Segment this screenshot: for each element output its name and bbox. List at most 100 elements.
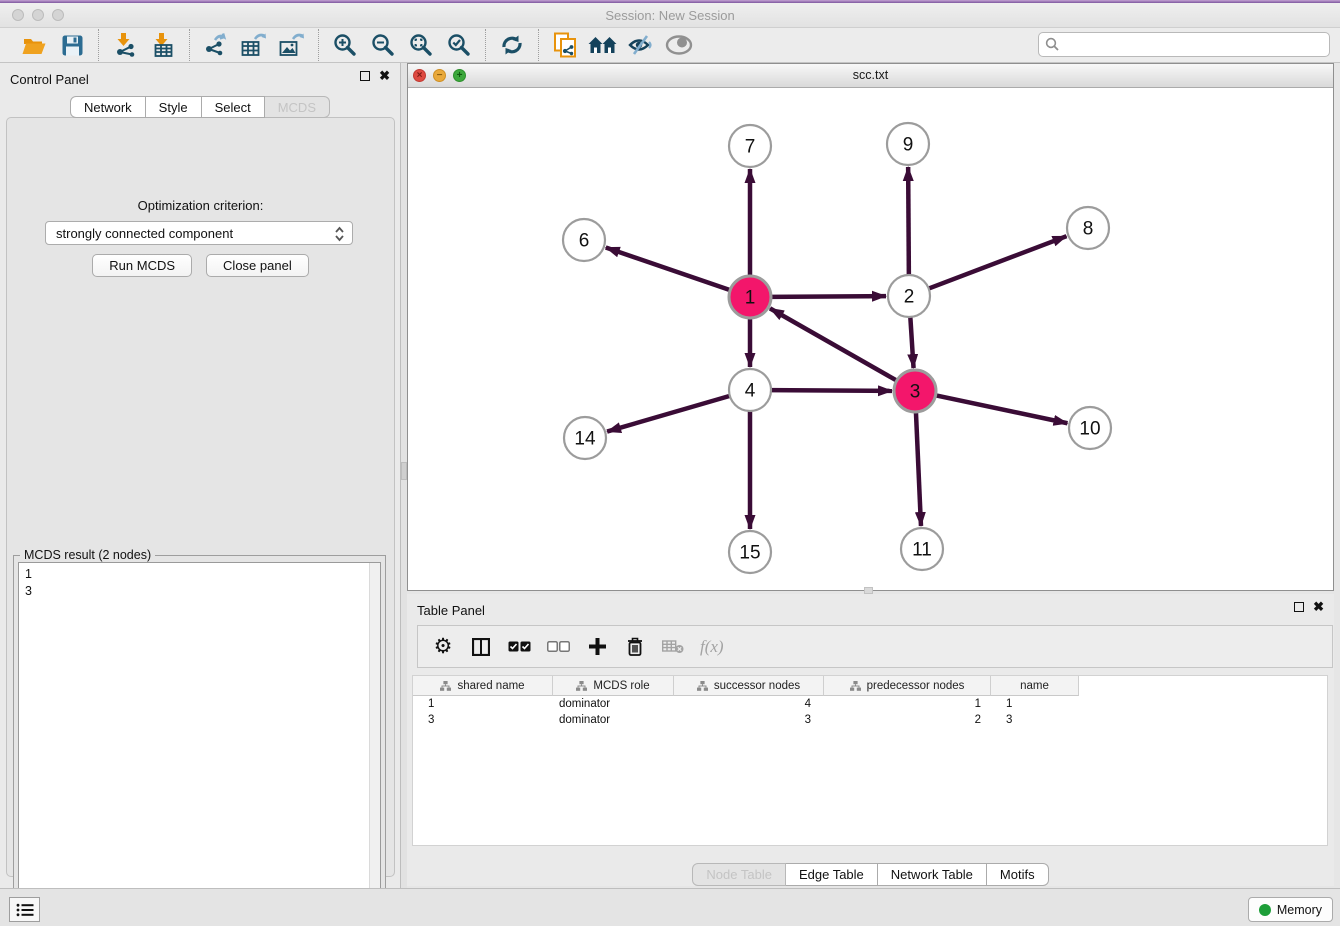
save-session-button[interactable] [56,30,88,60]
plus-icon [589,638,606,655]
table-row[interactable]: 3dominator323 [413,712,1327,728]
table-cell[interactable]: 1 [413,696,553,712]
column-header-predecessor-nodes[interactable]: predecessor nodes [824,676,991,696]
zoom-selected-button[interactable] [443,30,475,60]
network-resize-handle[interactable] [864,587,873,594]
graph-node-6[interactable]: 6 [563,219,605,261]
graph-edge-1-2[interactable] [771,296,886,297]
graph-node-3[interactable]: 3 [894,370,936,412]
import-table-button[interactable] [147,30,179,60]
graph-edge-4-14[interactable] [607,396,730,432]
tab-network-table[interactable]: Network Table [878,863,987,886]
first-neighbors-button[interactable] [587,30,619,60]
criterion-dropdown[interactable]: strongly connected component [45,221,353,245]
trash-icon [627,637,643,656]
tab-mcds[interactable]: MCDS [265,96,330,118]
graph-node-10[interactable]: 10 [1069,407,1111,449]
chevron-up-down-icon [334,225,345,243]
graph-node-2[interactable]: 2 [888,275,930,317]
status-bar: Memory [0,888,1340,926]
export-image-button[interactable] [276,30,308,60]
graph-node-4[interactable]: 4 [729,369,771,411]
run-mcds-button[interactable]: Run MCDS [92,254,192,277]
zoom-out-button[interactable] [367,30,399,60]
table-cell[interactable]: dominator [553,696,674,712]
float-table-panel-icon[interactable] [1294,602,1304,612]
hierarchy-icon [440,681,451,691]
column-header-successor-nodes[interactable]: successor nodes [674,676,824,696]
show-columns-button[interactable] [470,632,492,662]
graph-edge-3-10[interactable] [936,395,1068,423]
clone-network-button[interactable] [549,30,581,60]
table-cell[interactable]: dominator [553,712,674,728]
graph-edge-3-11[interactable] [916,412,921,526]
graph-edge-2-8[interactable] [929,236,1067,288]
graph-edge-4-3[interactable] [771,390,892,391]
graph-node-1[interactable]: 1 [729,276,771,318]
apply-layout-button[interactable] [496,30,528,60]
close-panel-button[interactable]: Close panel [206,254,309,277]
select-all-columns-button[interactable] [508,632,531,662]
delete-table-button[interactable] [662,632,684,662]
close-panel-icon[interactable]: ✖ [379,71,390,81]
table-cell[interactable]: 4 [674,696,824,712]
unselect-all-columns-button[interactable] [547,632,570,662]
zoom-in-icon [333,33,357,57]
network-canvas[interactable]: 1 2 3 4 6 7 8 9 10 11 14 15 [408,88,1333,590]
show-navigator-button[interactable] [663,30,695,60]
tab-network[interactable]: Network [70,96,146,118]
graph-node-8[interactable]: 8 [1067,207,1109,249]
zoom-fit-button[interactable] [405,30,437,60]
graph-edge-3-1[interactable] [770,308,897,380]
graph-node-11[interactable]: 11 [901,528,943,570]
graph-node-14[interactable]: 14 [564,417,606,459]
table-cell[interactable]: 3 [991,712,1079,728]
column-header-name[interactable]: name [991,676,1079,696]
float-panel-icon[interactable] [360,71,370,81]
export-table-button[interactable] [238,30,270,60]
tab-edge-table[interactable]: Edge Table [786,863,878,886]
export-network-button[interactable] [200,30,232,60]
columns-icon [472,638,490,656]
table-cell[interactable]: 1 [991,696,1079,712]
mcds-result-text[interactable]: 1 3 [18,562,381,922]
graph-node-9[interactable]: 9 [887,123,929,165]
graph-edge-1-6[interactable] [606,247,730,290]
task-history-button[interactable] [9,897,40,922]
column-header-MCDS-role[interactable]: MCDS role [553,676,674,696]
function-builder-button[interactable]: f(x) [700,632,724,662]
tab-style[interactable]: Style [146,96,202,118]
create-column-button[interactable] [586,632,608,662]
search-icon [1045,37,1060,52]
table-cell[interactable]: 2 [824,712,991,728]
search-input[interactable] [1060,35,1329,55]
mcds-result-scrollbar[interactable] [369,563,380,921]
tab-node-table[interactable]: Node Table [692,863,786,886]
table-cell[interactable]: 3 [674,712,824,728]
control-panel-title: Control Panel [10,72,89,87]
column-header-shared-name[interactable]: shared name [413,676,553,696]
tab-motifs[interactable]: Motifs [987,863,1049,886]
graph-edge-2-3[interactable] [910,317,913,368]
tab-select[interactable]: Select [202,96,265,118]
zoom-in-button[interactable] [329,30,361,60]
graph-node-15[interactable]: 15 [729,531,771,573]
svg-text:1: 1 [745,288,756,309]
delete-column-button[interactable] [624,632,646,662]
import-network-button[interactable] [109,30,141,60]
svg-text:14: 14 [574,429,596,450]
open-session-button[interactable] [18,30,50,60]
memory-button[interactable]: Memory [1248,897,1333,922]
zoom-out-icon [371,33,395,57]
table-settings-button[interactable]: ⚙ [432,632,454,662]
node-table: shared nameMCDS rolesuccessor nodesprede… [412,675,1328,846]
hide-graphics-details-button[interactable] [625,30,657,60]
close-table-panel-icon[interactable]: ✖ [1313,602,1324,612]
table-row[interactable]: 1dominator411 [413,696,1327,712]
graph-node-7[interactable]: 7 [729,125,771,167]
table-cell[interactable]: 3 [413,712,553,728]
search-field[interactable] [1038,32,1330,57]
table-cell[interactable]: 1 [824,696,991,712]
control-panel: Control Panel ✖ Network Style Select MCD… [0,63,401,888]
graph-edge-2-9[interactable] [908,167,909,275]
